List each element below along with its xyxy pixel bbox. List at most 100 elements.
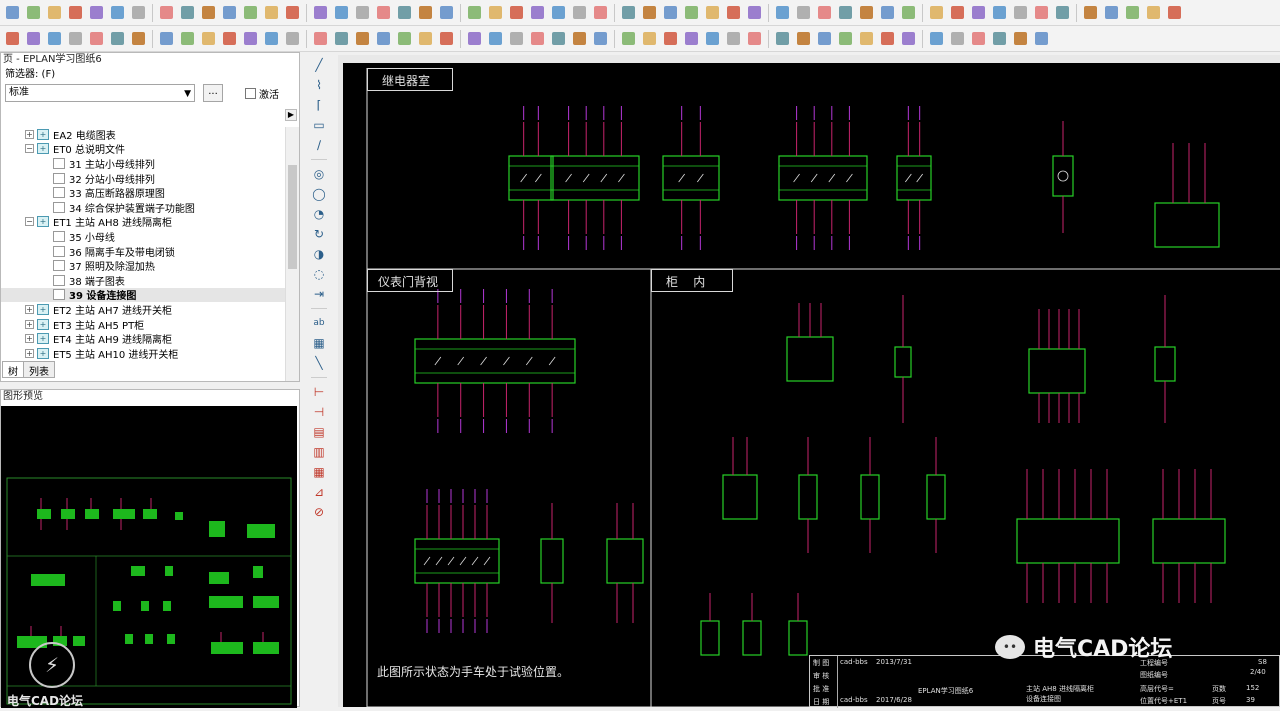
check-button[interactable] xyxy=(990,29,1009,48)
zoom-out-button[interactable] xyxy=(703,3,722,22)
dim-v-icon[interactable]: ⊣ xyxy=(311,404,327,420)
zoom-in-button[interactable] xyxy=(220,3,239,22)
open-button[interactable] xyxy=(948,3,967,22)
check-button[interactable] xyxy=(283,29,302,48)
snap-button[interactable] xyxy=(353,3,372,22)
print-button[interactable] xyxy=(990,3,1009,22)
device-button[interactable] xyxy=(724,29,743,48)
undo-button[interactable] xyxy=(157,3,176,22)
cut-button[interactable] xyxy=(87,3,106,22)
hatch-icon[interactable]: ╲ xyxy=(311,355,327,371)
report-button[interactable] xyxy=(619,29,638,48)
redo-button[interactable] xyxy=(178,3,197,22)
tree-item[interactable]: + + ET2 主站 AH7 进线开关柜 xyxy=(1,302,299,317)
scrollbar-thumb[interactable] xyxy=(288,165,297,269)
page-button[interactable] xyxy=(878,29,897,48)
preview-canvas[interactable]: ⚡ 电气CAD论坛 xyxy=(1,406,297,708)
ellipse-icon[interactable]: ◯ xyxy=(311,186,327,202)
macro-button[interactable] xyxy=(773,29,792,48)
plc-button[interactable] xyxy=(570,29,589,48)
cable-button[interactable] xyxy=(437,3,456,22)
terminal-button[interactable] xyxy=(416,3,435,22)
copy-button[interactable] xyxy=(108,3,127,22)
save-button[interactable] xyxy=(507,3,526,22)
report-button[interactable] xyxy=(794,29,813,48)
expand-icon[interactable]: + xyxy=(25,129,34,139)
project-button[interactable] xyxy=(836,29,855,48)
report-button[interactable] xyxy=(437,29,456,48)
tree-item[interactable]: + + ET5 主站 AH10 进线开关柜 xyxy=(1,346,299,361)
device-button[interactable] xyxy=(899,29,918,48)
undo-button[interactable] xyxy=(1081,3,1100,22)
save-button[interactable] xyxy=(969,3,988,22)
forward-button[interactable] xyxy=(773,3,792,22)
zoom-fit-button[interactable] xyxy=(724,3,743,22)
table-icon[interactable]: ▤ xyxy=(311,424,327,440)
zoom-in-button[interactable] xyxy=(1144,3,1163,22)
symbol-button[interactable] xyxy=(836,3,855,22)
paste-button[interactable] xyxy=(1053,3,1072,22)
copy-button[interactable] xyxy=(570,3,589,22)
device-button[interactable] xyxy=(374,29,393,48)
macro-button[interactable] xyxy=(66,29,85,48)
page-button[interactable] xyxy=(3,29,22,48)
collapse-icon[interactable]: − xyxy=(25,217,34,227)
zoom-out-button[interactable] xyxy=(241,3,260,22)
collapse-icon[interactable]: − xyxy=(25,144,34,154)
device-button[interactable] xyxy=(199,29,218,48)
project-button[interactable] xyxy=(661,29,680,48)
text-icon[interactable]: ab xyxy=(311,315,327,331)
tree-item[interactable]: + + EA2 电缆图表 xyxy=(1,127,299,142)
tree-item[interactable]: 38 端子图表 xyxy=(1,273,299,288)
no-entry-icon[interactable]: ⊘ xyxy=(311,504,327,520)
cart-button[interactable] xyxy=(332,29,351,48)
macro-button[interactable] xyxy=(241,29,260,48)
play-icon[interactable]: ▶ xyxy=(285,109,297,121)
snap-button[interactable] xyxy=(815,3,834,22)
filter-settings-button[interactable]: ... xyxy=(203,84,223,102)
page-button[interactable] xyxy=(353,29,372,48)
connection-button[interactable] xyxy=(857,3,876,22)
project-button[interactable] xyxy=(486,29,505,48)
line-icon[interactable]: ╱ xyxy=(311,57,327,73)
plc-button[interactable] xyxy=(395,29,414,48)
cable-button[interactable] xyxy=(899,3,918,22)
tree-item[interactable]: 37 照明及除湿加热 xyxy=(1,258,299,273)
redo-button[interactable] xyxy=(640,3,659,22)
back-button[interactable] xyxy=(745,3,764,22)
print-button[interactable] xyxy=(528,3,547,22)
plc-button[interactable] xyxy=(927,29,946,48)
plc-button[interactable] xyxy=(220,29,239,48)
grid-button[interactable] xyxy=(332,3,351,22)
rotate-icon[interactable]: ↻ xyxy=(311,226,327,242)
back-button[interactable] xyxy=(283,3,302,22)
check-button[interactable] xyxy=(465,29,484,48)
terminal-button[interactable] xyxy=(878,3,897,22)
print-button[interactable] xyxy=(66,3,85,22)
check-button[interactable] xyxy=(640,29,659,48)
page-button[interactable] xyxy=(528,29,547,48)
tree-item[interactable]: + + ET3 主站 AH5 PT柜 xyxy=(1,317,299,332)
polyline-icon[interactable]: ⌇ xyxy=(311,77,327,93)
page-button[interactable] xyxy=(178,29,197,48)
expand-icon[interactable]: + xyxy=(25,348,34,358)
tree-scrollbar[interactable] xyxy=(285,127,299,381)
zoom-out-button[interactable] xyxy=(1165,3,1184,22)
zoom-in-button[interactable] xyxy=(682,3,701,22)
save-button[interactable] xyxy=(45,3,64,22)
tree-item[interactable]: − + ET1 主站 AH8 进线隔离柜 xyxy=(1,215,299,229)
expand-icon[interactable]: + xyxy=(25,334,34,344)
arc-icon[interactable]: ◔ xyxy=(311,206,327,222)
activate-checkbox[interactable]: 激活 xyxy=(245,86,279,101)
copy-button[interactable] xyxy=(1032,3,1051,22)
tree-item[interactable]: 35 小母线 xyxy=(1,229,299,244)
filter-select[interactable]: 标准 ▼ xyxy=(5,84,195,102)
sector-icon[interactable]: ◌ xyxy=(311,266,327,282)
pie-icon[interactable]: ◑ xyxy=(311,246,327,262)
grid-icon[interactable]: ▥ xyxy=(311,444,327,460)
tab-tree[interactable]: 树 xyxy=(2,361,24,378)
triangle-icon[interactable]: ⊿ xyxy=(311,484,327,500)
zoom-fit-button[interactable] xyxy=(262,3,281,22)
paste-button[interactable] xyxy=(591,3,610,22)
expand-icon[interactable]: + xyxy=(25,304,34,314)
